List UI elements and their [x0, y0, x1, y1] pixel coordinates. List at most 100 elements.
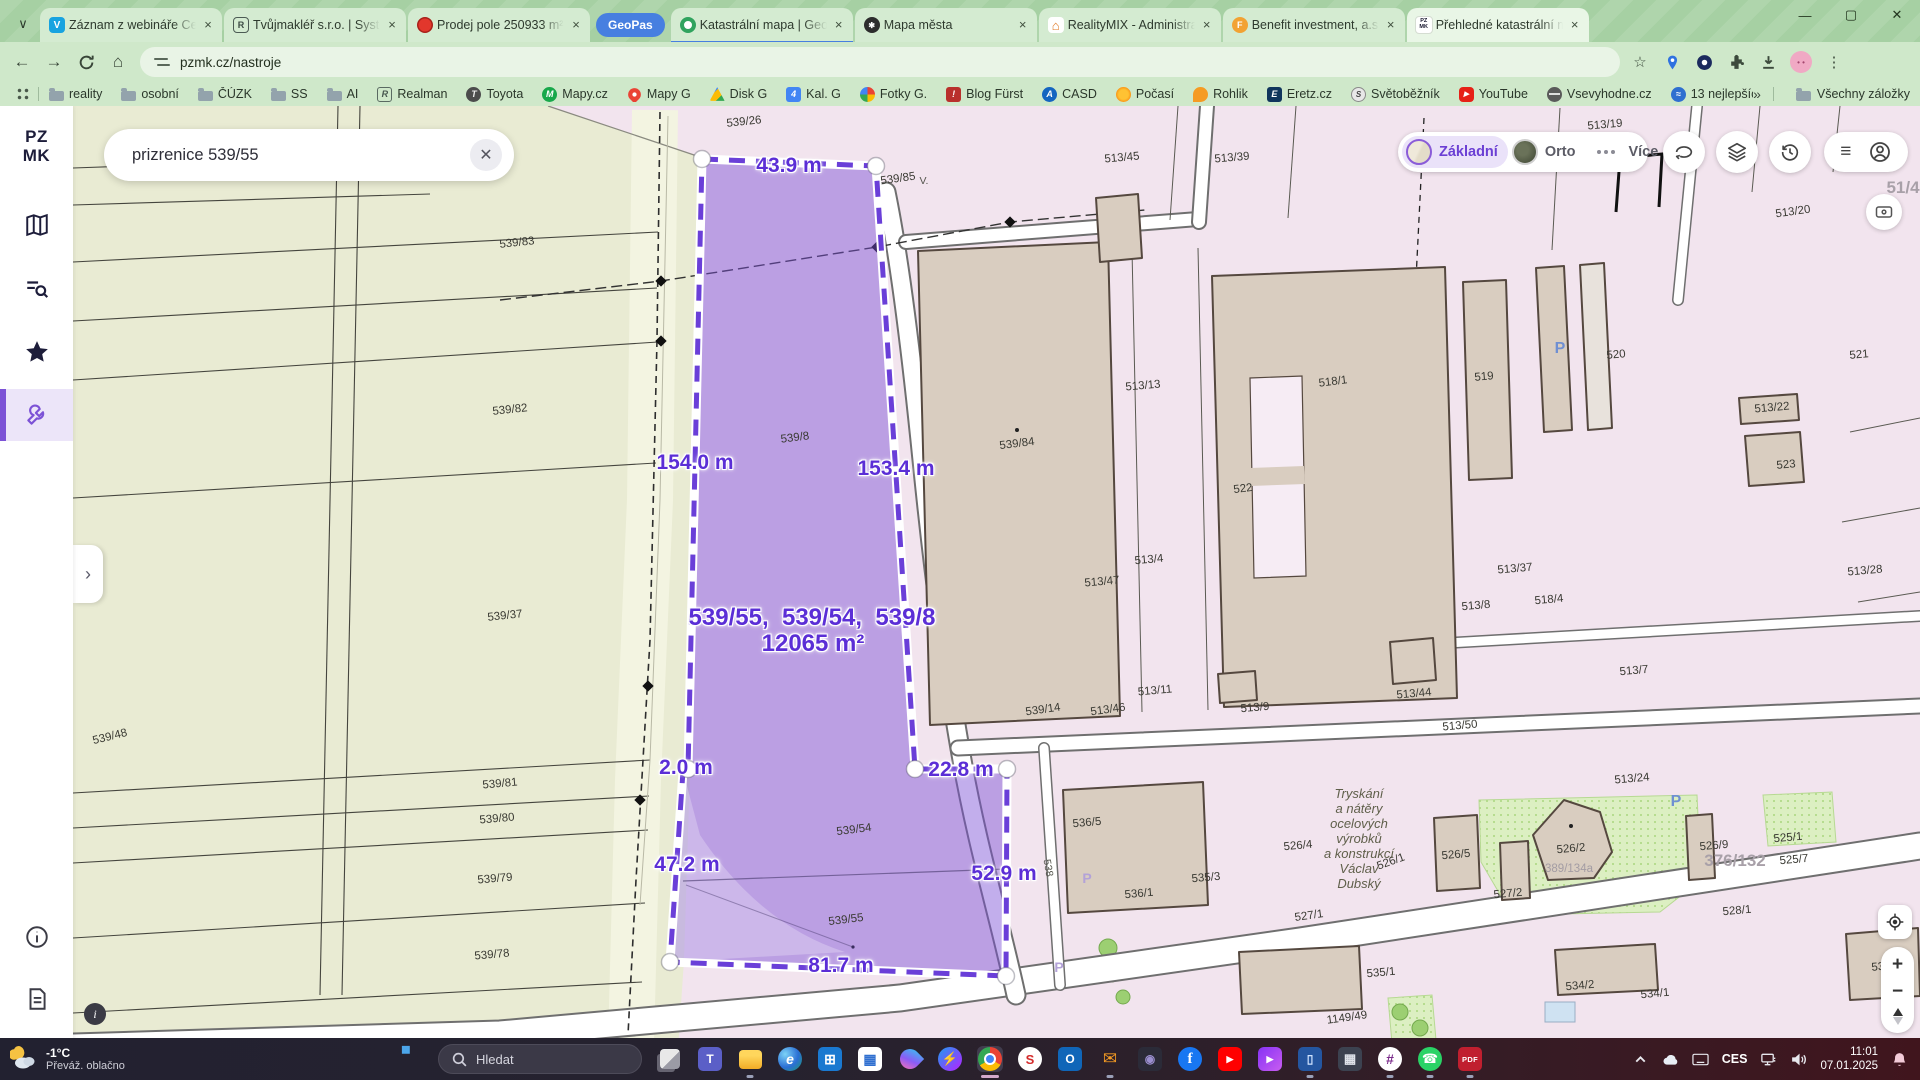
tab-close-icon[interactable]	[1567, 17, 1583, 33]
bookmark-item[interactable]: Blog Fürst	[946, 87, 1023, 102]
map-attribution-info[interactable]: i	[84, 1003, 106, 1025]
reload-button[interactable]	[70, 46, 102, 78]
window-minimize-button[interactable]: —	[1782, 0, 1828, 30]
clock[interactable]: 11:01 07.01.2025	[1820, 1045, 1878, 1074]
messenger[interactable]: ⚡	[937, 1046, 963, 1072]
site-info-icon[interactable]	[154, 56, 170, 68]
bookmark-item[interactable]: YouTube	[1459, 87, 1528, 102]
basemap-ortho-button[interactable]: Orto	[1508, 136, 1586, 168]
screenshot-button[interactable]	[1866, 194, 1902, 230]
tab-realitymix[interactable]: RealityMIX - Administrační	[1039, 8, 1221, 42]
tab-zaznam-webinar[interactable]: Záznam z webináře CeMap	[40, 8, 222, 42]
tab-mapa-mesta[interactable]: Mapa města	[855, 8, 1037, 42]
downloads-icon[interactable]	[1758, 52, 1778, 72]
outlook[interactable]: O	[1057, 1046, 1083, 1072]
start-button[interactable]	[398, 1042, 432, 1076]
window-close-button[interactable]: ✕	[1874, 0, 1920, 30]
browser-menu-icon[interactable]: ⋮	[1824, 52, 1844, 72]
bookmark-item[interactable]: osobní	[121, 87, 179, 101]
tray-chevron-icon[interactable]	[1632, 1051, 1649, 1068]
history-button[interactable]	[1769, 131, 1811, 173]
camera[interactable]: ◉	[1137, 1046, 1163, 1072]
pdf-xchange[interactable]: PDF	[1457, 1046, 1483, 1072]
volume-icon[interactable]	[1790, 1051, 1807, 1068]
em-client[interactable]: ✉	[1097, 1046, 1123, 1072]
tab-tvujmakler[interactable]: Tvůjmakléř s.r.o. | Systém R	[224, 8, 406, 42]
sidebar-item-map[interactable]	[0, 199, 73, 251]
zoom-out-button[interactable]: −	[1892, 982, 1903, 1001]
map-search-bar[interactable]: prizrenice 539/55 ✕	[104, 129, 514, 181]
sidebar-item-documents[interactable]	[0, 973, 73, 1025]
forward-button[interactable]: →	[38, 46, 70, 78]
tab-katastralni-mapa[interactable]: Katastrální mapa | GeoPas.c	[671, 8, 853, 42]
slack[interactable]: #	[1377, 1046, 1403, 1072]
account-icon[interactable]	[1868, 140, 1892, 164]
bookmark-item[interactable]: SS	[271, 87, 308, 101]
chrome[interactable]	[977, 1046, 1003, 1072]
teams[interactable]: T	[697, 1046, 723, 1072]
bookmark-item[interactable]: Realman	[377, 87, 447, 102]
bookmark-item[interactable]: Světoběžník	[1351, 87, 1440, 102]
home-button[interactable]: ⌂	[102, 46, 134, 78]
calendar[interactable]: ▦	[857, 1046, 883, 1072]
phone-link[interactable]: ▯	[1297, 1046, 1323, 1072]
task-view[interactable]	[657, 1046, 683, 1072]
bookmark-item[interactable]: 13 nejlepších zdrojů...	[1671, 87, 1753, 102]
bookmark-item[interactable]: CASD	[1042, 87, 1097, 102]
clipchamp[interactable]: ▶	[1257, 1046, 1283, 1072]
tab-close-icon[interactable]	[384, 17, 400, 33]
color-drop[interactable]	[897, 1046, 923, 1072]
bookmark-item[interactable]: ČÚZK	[198, 87, 252, 101]
network-icon[interactable]	[1760, 1051, 1777, 1068]
tab-close-icon[interactable]	[568, 17, 584, 33]
bookmark-item[interactable]: Počasí	[1116, 87, 1174, 102]
sidebar-item-search-list[interactable]	[0, 263, 73, 315]
whatsapp[interactable]: ☎	[1417, 1046, 1443, 1072]
weather-widget[interactable]: -1°C Převáž. oblačno	[10, 1045, 125, 1073]
onedrive-icon[interactable]	[1662, 1051, 1679, 1068]
s-app[interactable]: S	[1017, 1046, 1043, 1072]
extension-badge-icon[interactable]	[1694, 52, 1714, 72]
bookmark-item[interactable]: Vsevyhodne.cz	[1547, 87, 1652, 102]
bookmark-item[interactable]: Disk G	[710, 87, 768, 102]
sidebar-item-info[interactable]	[0, 911, 73, 963]
app-menu-icon[interactable]: ≡	[1840, 141, 1851, 163]
bookmark-item[interactable]: Kal. G	[786, 87, 841, 102]
tab-prodej-pole[interactable]: Prodej pole 250933 m², Mě	[408, 8, 590, 42]
rotate-3d-button[interactable]	[1663, 131, 1705, 173]
tab-search-chevron-icon[interactable]: ∨	[8, 10, 38, 38]
tab-group-geopas[interactable]: GeoPas	[596, 13, 665, 37]
sidebar-item-tools[interactable]	[0, 389, 73, 441]
bookmarks-overflow-chevron[interactable]: »	[1753, 86, 1761, 102]
basemap-basic-button[interactable]: Základní	[1402, 136, 1508, 168]
bookmark-item[interactable]: reality	[49, 87, 102, 101]
back-button[interactable]: ←	[6, 46, 38, 78]
bookmark-item[interactable]: Toyota	[466, 87, 523, 102]
layers-button[interactable]	[1716, 131, 1758, 173]
zoom-in-button[interactable]: +	[1892, 955, 1903, 974]
bookmark-star-icon[interactable]: ☆	[1630, 52, 1650, 72]
notifications-bell-icon[interactable]	[1891, 1051, 1908, 1068]
locate-me-button[interactable]	[1878, 905, 1912, 939]
bookmark-item[interactable]: AI	[327, 87, 359, 101]
sidebar-item-favorites[interactable]	[0, 326, 73, 378]
bookmark-item[interactable]: Mapy G	[627, 87, 691, 102]
bookmark-item[interactable]: Eretz.cz	[1267, 87, 1332, 102]
tab-pzmk[interactable]: Přehledné katastrální map	[1407, 8, 1589, 42]
youtube[interactable]: ▶	[1217, 1046, 1243, 1072]
tab-close-icon[interactable]	[831, 17, 847, 33]
facebook[interactable]: f	[1177, 1046, 1203, 1072]
touch-keyboard-icon[interactable]	[1692, 1051, 1709, 1068]
bookmark-item[interactable]: Mapy.cz	[542, 87, 608, 102]
search-input[interactable]: prizrenice 539/55	[132, 146, 470, 165]
bookmark-item[interactable]: Rohlik	[1193, 87, 1248, 102]
apps-grid-icon[interactable]	[16, 87, 30, 101]
panel-expander[interactable]: ›	[73, 545, 103, 603]
extensions-puzzle-icon[interactable]	[1726, 52, 1746, 72]
address-bar[interactable]: pzmk.cz/nastroje	[140, 47, 1620, 77]
pzmk-logo[interactable]: PZMK	[0, 128, 73, 165]
edge[interactable]: e	[777, 1046, 803, 1072]
all-bookmarks-button[interactable]: Všechny záložky	[1796, 87, 1910, 101]
tab-close-icon[interactable]	[1015, 17, 1031, 33]
compass-button[interactable]	[1893, 1008, 1903, 1025]
